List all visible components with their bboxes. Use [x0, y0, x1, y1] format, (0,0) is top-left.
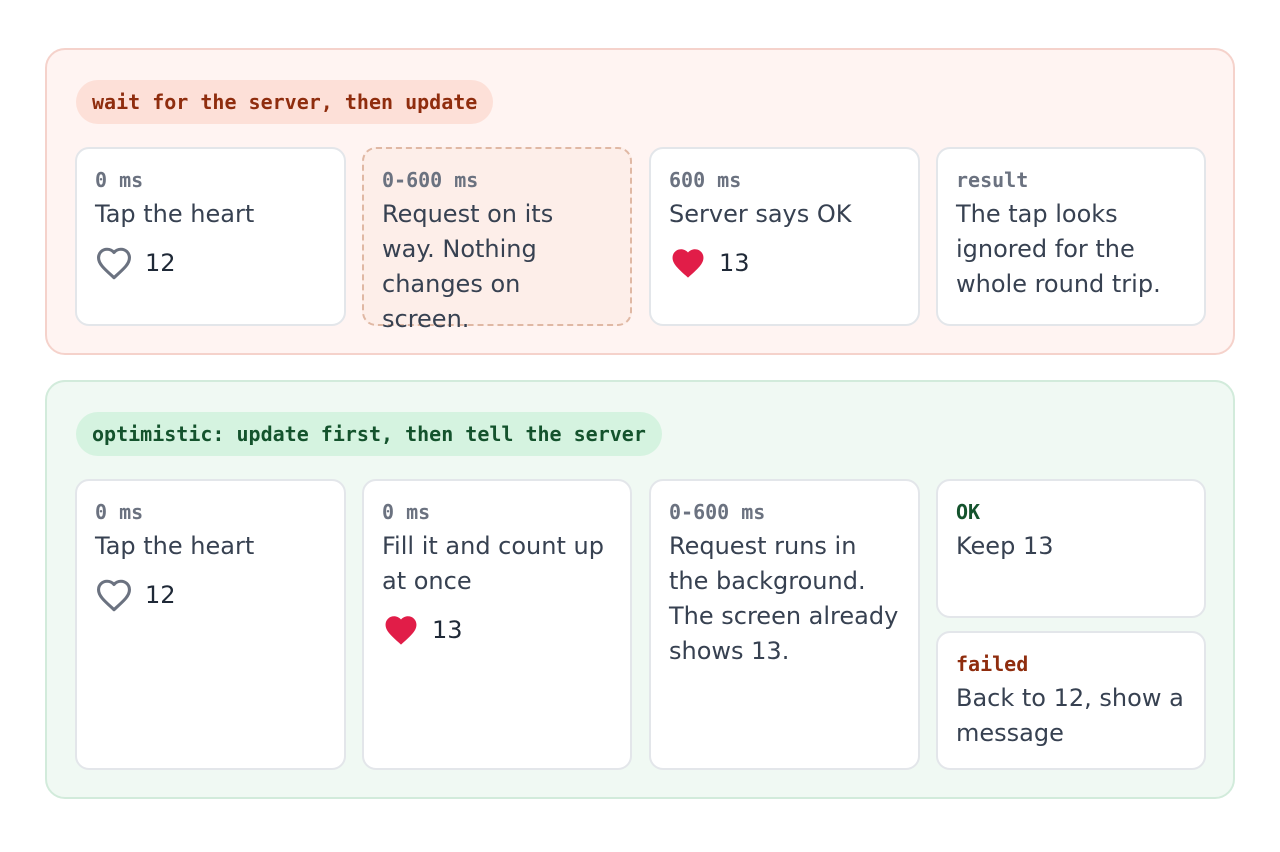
step-text: Tap the heart	[95, 200, 255, 228]
wait-step-tap: 0 ms Tap the heart 12	[75, 147, 346, 326]
heart-outline-icon	[95, 246, 133, 280]
step-time: 600 ms	[669, 168, 742, 192]
step-text: Fill it and count up at once	[382, 532, 604, 595]
step-text: The tap looks ignored for the whole roun…	[956, 200, 1161, 298]
optimistic-panel-label: optimistic: update first, then tell the …	[76, 412, 662, 456]
like-count: 12	[145, 249, 176, 277]
like-count: 13	[432, 616, 463, 644]
outcome-label: failed	[956, 652, 1029, 676]
like-counter: 13	[382, 611, 612, 649]
step-text: Request runs in the background. The scre…	[669, 532, 899, 665]
heart-filled-icon	[382, 613, 420, 647]
step-text: Request on its way. Nothing changes on s…	[382, 200, 554, 333]
outcome-text: Back to 12, show a message	[956, 684, 1184, 747]
heart-filled-icon	[669, 246, 707, 280]
step-time: 0 ms	[95, 168, 144, 192]
optimistic-step-request: 0-600 ms Request runs in the background.…	[649, 479, 920, 770]
like-counter: 12	[95, 244, 326, 282]
wait-step-request: 0-600 ms Request on its way. Nothing cha…	[362, 147, 632, 333]
outcome-failed: failed Back to 12, show a message	[936, 631, 1206, 770]
step-time: result	[956, 168, 1029, 192]
like-counter: 13	[669, 244, 900, 282]
optimistic-step-tap: 0 ms Tap the heart 12	[75, 479, 346, 770]
step-time: 0-600 ms	[669, 500, 766, 524]
heart-outline-icon	[95, 578, 133, 612]
optimistic-step-fill: 0 ms Fill it and count up at once 13	[362, 479, 632, 770]
like-count: 12	[145, 581, 176, 609]
step-time: 0 ms	[382, 500, 431, 524]
step-time: 0 ms	[95, 500, 144, 524]
like-count: 13	[719, 249, 750, 277]
wait-step-result: result The tap looks ignored for the who…	[936, 147, 1206, 326]
like-counter: 12	[95, 576, 326, 614]
wait-step-server-ok: 600 ms Server says OK 13	[649, 147, 920, 326]
outcome-text: Keep 13	[956, 532, 1054, 560]
outcome-label: OK	[956, 500, 981, 524]
step-text: Tap the heart	[95, 532, 255, 560]
step-text: Server says OK	[669, 200, 852, 228]
outcome-ok: OK Keep 13	[936, 479, 1206, 618]
step-time: 0-600 ms	[382, 168, 479, 192]
wait-panel-label: wait for the server, then update	[76, 80, 494, 124]
